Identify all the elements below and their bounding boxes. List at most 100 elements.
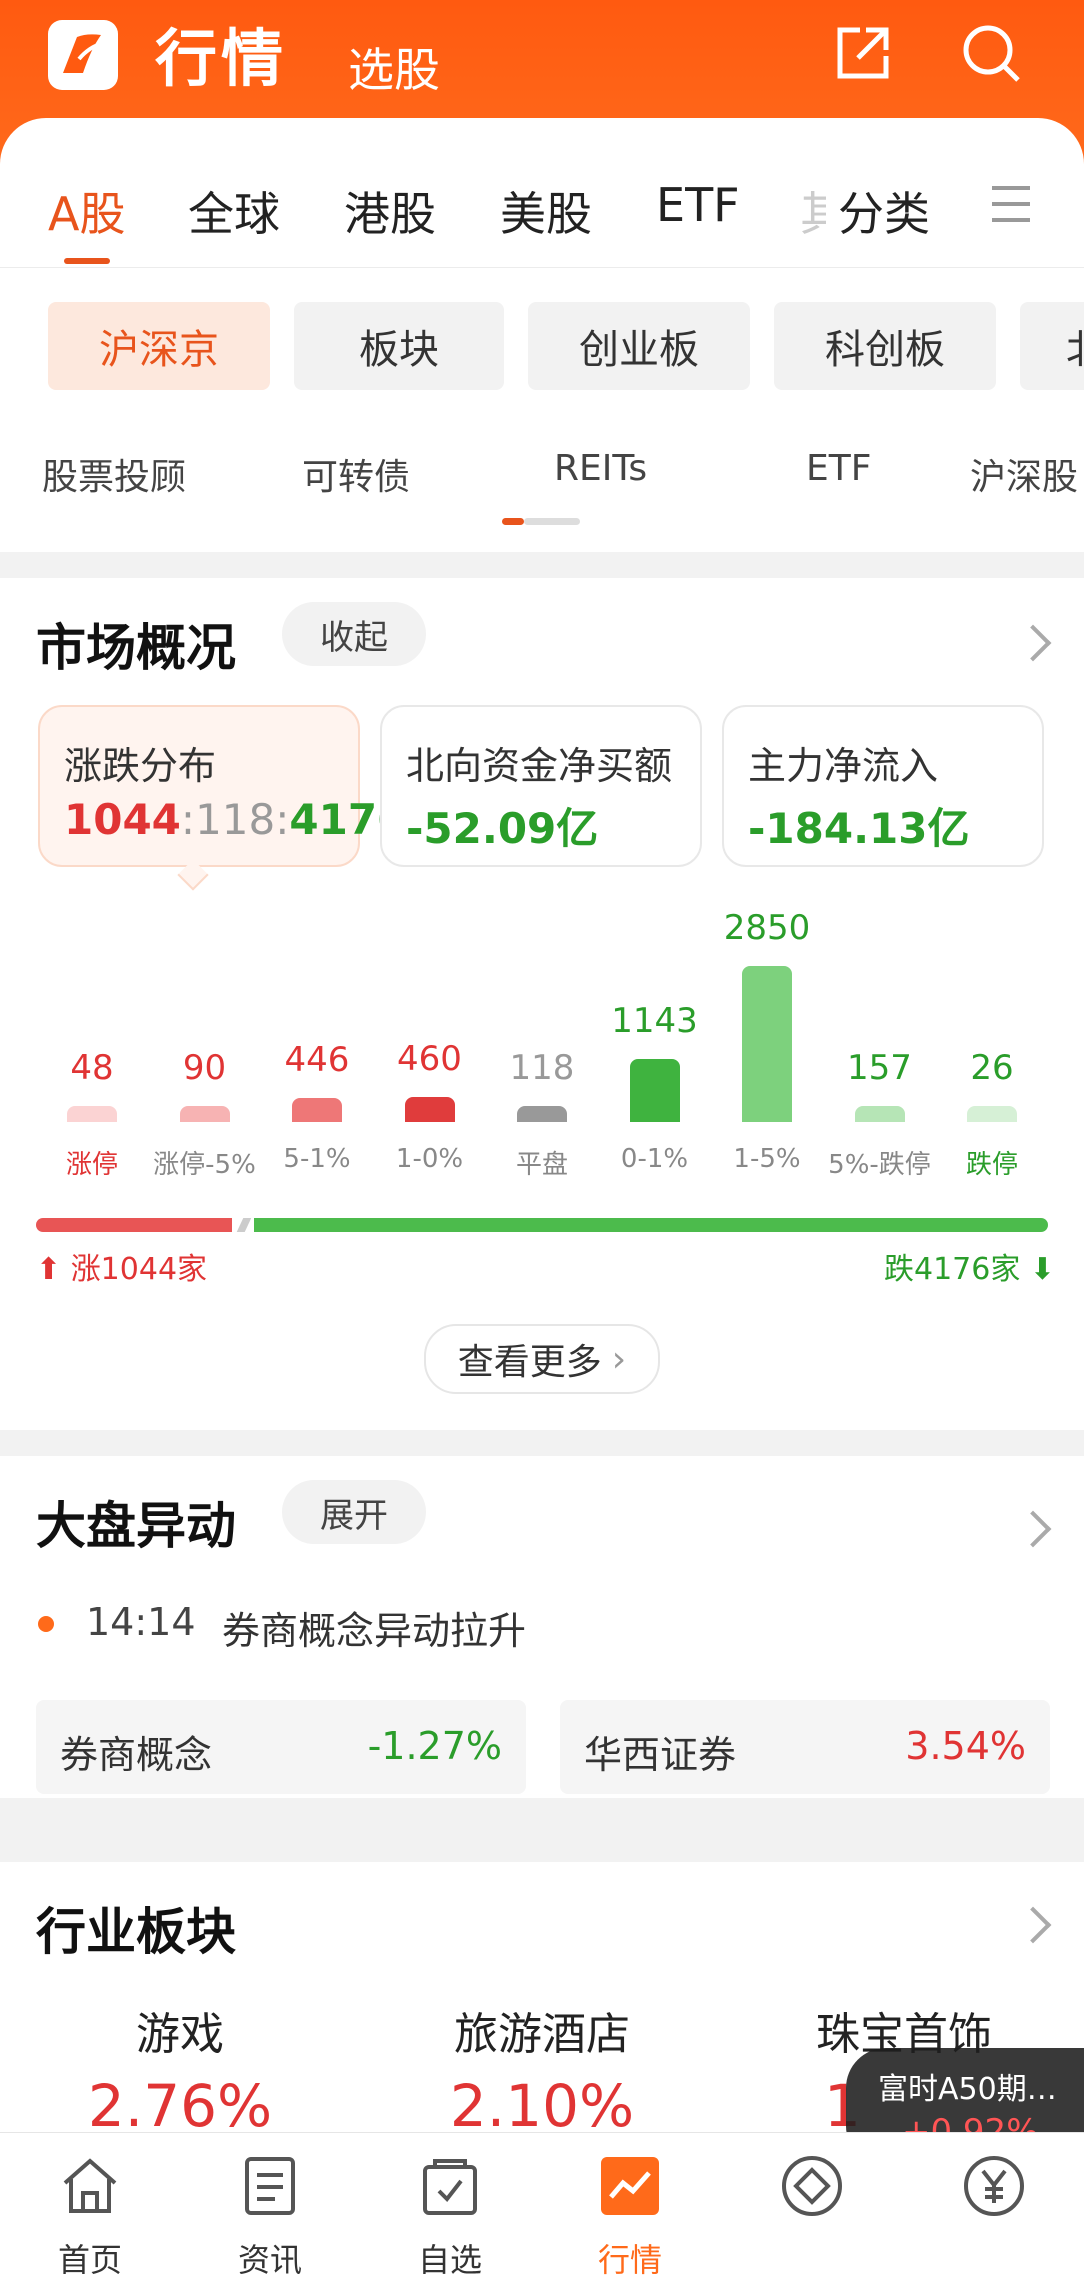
chevron-right-icon[interactable] bbox=[1014, 624, 1052, 662]
dist-bar bbox=[404, 1097, 455, 1122]
dist-label: 涨停 bbox=[65, 1150, 118, 1180]
main-inflow-box[interactable]: 主力净流入 -184.13亿 bbox=[722, 705, 1044, 867]
home-icon bbox=[63, 2158, 117, 2213]
chip-bse[interactable]: 北 bbox=[1020, 302, 1084, 390]
northbound-value: -52.09亿 bbox=[406, 804, 599, 853]
main-inflow-value: -184.13亿 bbox=[748, 804, 970, 853]
quote-name: 富时A50期… bbox=[878, 2072, 1057, 2107]
market-chart-icon bbox=[601, 2157, 659, 2215]
bullet-icon bbox=[38, 1616, 54, 1632]
shortcut-reits[interactable]: REITs bbox=[554, 448, 647, 489]
box-label: 涨跌分布 bbox=[64, 744, 217, 788]
dist-label: 5-1% bbox=[283, 1144, 351, 1174]
nav-label: 资讯 bbox=[237, 2241, 302, 2279]
tab-hk[interactable]: 港股 bbox=[344, 178, 436, 244]
chip-hushenjing[interactable]: 沪深京 bbox=[48, 302, 270, 390]
nav-news[interactable]: 资讯 bbox=[210, 2153, 330, 2281]
dist-value: 90 bbox=[182, 1048, 227, 1088]
item-value: -1.27% bbox=[367, 1724, 502, 1768]
dist-value: 157 bbox=[847, 1048, 912, 1088]
nav-discover[interactable] bbox=[752, 2153, 872, 2235]
dist-bar bbox=[517, 1106, 567, 1122]
page-title: 行情 bbox=[155, 22, 288, 95]
updown-ratio: 1044:118:4176 bbox=[64, 795, 407, 844]
chip-star[interactable]: 科创板 bbox=[774, 302, 996, 390]
tab-us[interactable]: 美股 bbox=[500, 178, 592, 244]
dist-label: 涨停-5% bbox=[153, 1150, 256, 1180]
dist-label: 跌停 bbox=[965, 1150, 1018, 1180]
view-more-button[interactable]: 查看更多 › bbox=[424, 1324, 660, 1394]
dist-bar bbox=[292, 1098, 342, 1122]
tab-other[interactable]: 其 bbox=[800, 178, 826, 244]
movement-item[interactable]: 券商概念 -1.27% bbox=[36, 1700, 526, 1794]
dist-value: 446 bbox=[284, 1040, 350, 1080]
updown-distribution-box[interactable]: 涨跌分布 1044:118:4176 bbox=[38, 705, 406, 867]
diamond-icon bbox=[782, 2156, 842, 2216]
dist-value: 26 bbox=[970, 1048, 1014, 1088]
dist-value: 2850 bbox=[723, 908, 811, 948]
dist-label: 5%-跌停 bbox=[828, 1150, 931, 1180]
chevron-right-icon[interactable] bbox=[1014, 1510, 1052, 1548]
chip-chinext[interactable]: 创业板 bbox=[528, 302, 750, 390]
sub-section: 沪深京 板块 创业板 科创板 北 股票投顾 可转债 REITs ETF 沪深股 bbox=[0, 268, 1084, 552]
dist-value: 48 bbox=[70, 1048, 114, 1088]
movement-item[interactable]: 华西证券 3.54% bbox=[560, 1700, 1050, 1794]
yen-icon bbox=[964, 2156, 1024, 2216]
menu-icon[interactable] bbox=[992, 186, 1030, 222]
collapse-button[interactable]: 收起 bbox=[282, 602, 426, 666]
bottom-navigation: 首页 资讯 自选 行情 bbox=[0, 2132, 1084, 2288]
item-name: 券商概念 bbox=[60, 1733, 213, 1777]
scroll-indicator-active bbox=[502, 518, 524, 525]
app-logo-icon bbox=[48, 20, 118, 90]
industry-name: 游戏 bbox=[136, 2009, 224, 2060]
arrow-up-icon: ⬆ bbox=[36, 1252, 62, 1287]
down-ratio-bar bbox=[254, 1218, 1048, 1232]
tab-a-shares[interactable]: A股 bbox=[48, 178, 125, 244]
dist-label: 1-5% bbox=[733, 1144, 801, 1174]
shortcut-advisor[interactable]: 股票投顾 bbox=[42, 448, 186, 500]
movement-headline[interactable]: 券商概念异动拉升 bbox=[222, 1600, 526, 1655]
nav-label: 行情 bbox=[597, 2241, 662, 2279]
nav-label: 自选 bbox=[417, 2241, 482, 2279]
box-label: 主力净流入 bbox=[748, 744, 939, 788]
dist-label: 0-1% bbox=[620, 1144, 689, 1174]
expand-button[interactable]: 展开 bbox=[282, 1480, 426, 1544]
dist-bar bbox=[179, 1106, 230, 1122]
industry-name: 旅游酒店 bbox=[454, 2009, 630, 2060]
tab-category[interactable]: 分类 bbox=[838, 178, 930, 244]
share-icon[interactable] bbox=[830, 20, 896, 86]
search-icon[interactable] bbox=[958, 20, 1024, 86]
market-tabs: A股 全球 港股 美股 ETF 其 分类 bbox=[0, 118, 1084, 268]
section-title: 市场概况 bbox=[36, 619, 236, 677]
nav-watchlist[interactable]: 自选 bbox=[390, 2153, 510, 2281]
tab-global[interactable]: 全球 bbox=[188, 178, 280, 244]
tab-etf[interactable]: ETF bbox=[656, 178, 740, 232]
nav-market[interactable]: 行情 bbox=[570, 2153, 690, 2281]
shortcut-hushen[interactable]: 沪深股 bbox=[970, 448, 1078, 500]
dist-bar bbox=[967, 1106, 1017, 1122]
up-ratio-bar bbox=[36, 1218, 232, 1232]
section-title: 大盘异动 bbox=[36, 1497, 236, 1555]
section-title: 行业板块 bbox=[36, 1903, 236, 1961]
industry-pct: 2.76% bbox=[87, 2072, 273, 2140]
item-name: 华西证券 bbox=[584, 1733, 737, 1777]
nav-home[interactable]: 首页 bbox=[30, 2153, 150, 2281]
chip-sector[interactable]: 板块 bbox=[294, 302, 504, 390]
arrow-down-icon: ⬇ bbox=[1029, 1252, 1056, 1287]
chevron-right-icon[interactable] bbox=[1014, 1906, 1052, 1944]
shortcut-etf[interactable]: ETF bbox=[806, 448, 871, 489]
tab-indicator bbox=[64, 258, 110, 264]
industry-item[interactable]: 旅游酒店 2.10% bbox=[362, 1998, 722, 2140]
stock-picker-link[interactable]: 选股 bbox=[348, 34, 440, 100]
nav-wealth[interactable] bbox=[934, 2153, 1054, 2223]
industry-item[interactable]: 游戏 2.76% bbox=[0, 1998, 360, 2140]
chevron-right-icon: › bbox=[611, 1338, 627, 1380]
shortcut-convertible[interactable]: 可转债 bbox=[302, 448, 410, 500]
northbound-box[interactable]: 北向资金净买额 -52.09亿 bbox=[380, 705, 702, 867]
dist-bar bbox=[67, 1106, 117, 1122]
dist-bar bbox=[742, 966, 792, 1122]
movement-time: 14:14 bbox=[86, 1600, 196, 1644]
item-value: 3.54% bbox=[905, 1724, 1026, 1768]
up-count: ⬆ 涨1044家 bbox=[36, 1252, 208, 1287]
box-label: 北向资金净买额 bbox=[406, 744, 673, 788]
